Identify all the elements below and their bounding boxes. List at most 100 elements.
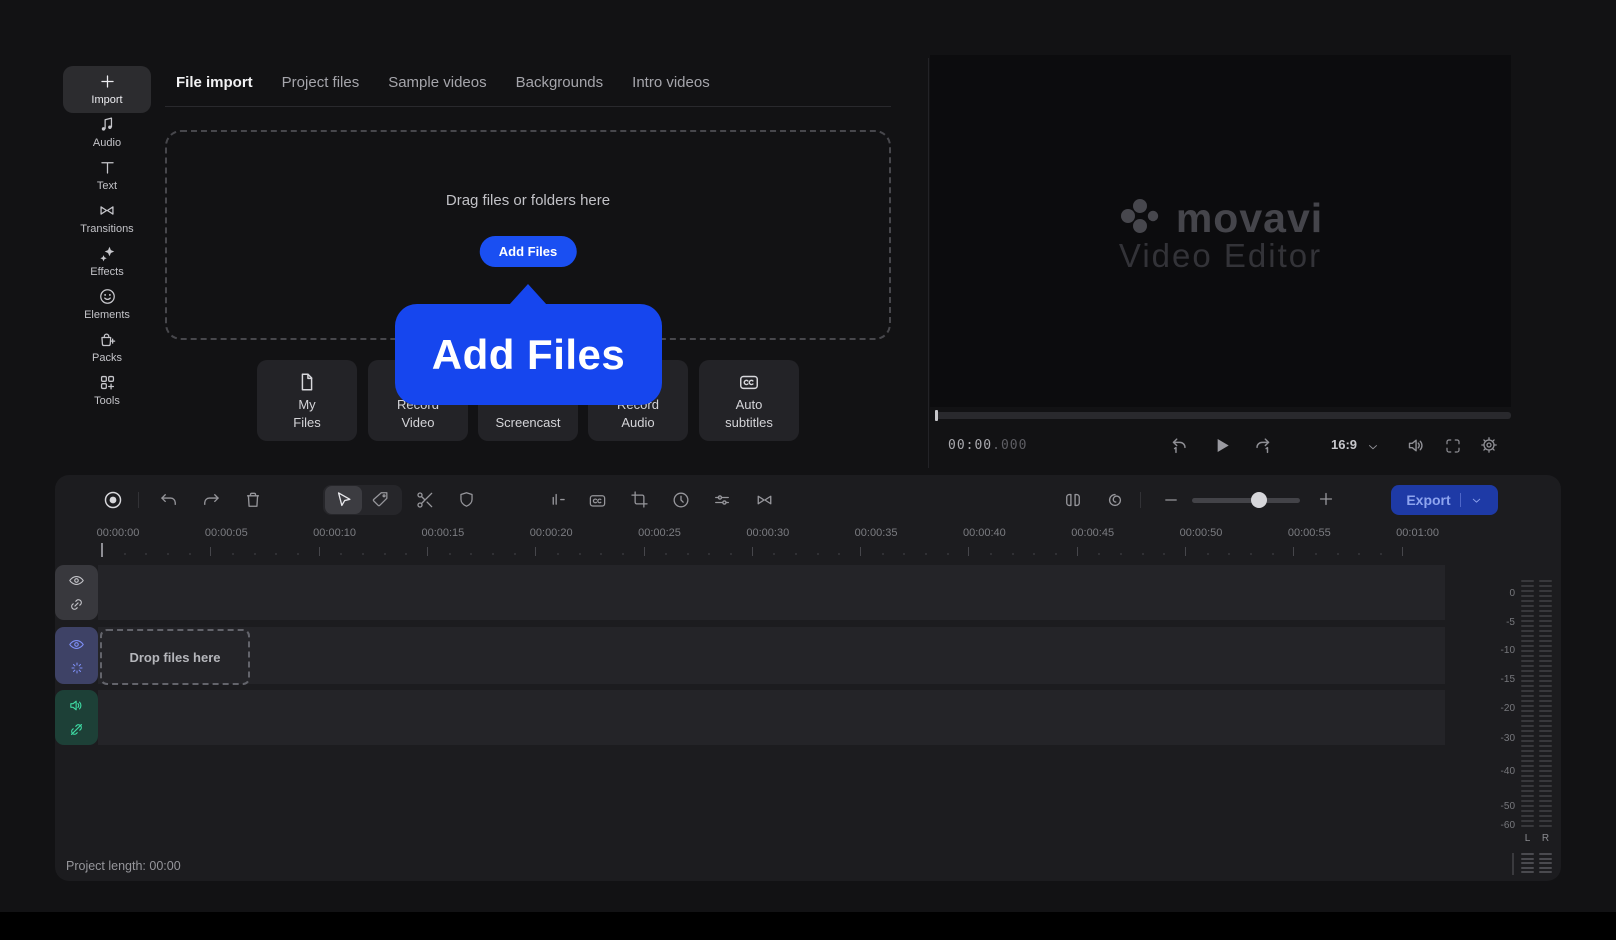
meter-segment [1521,700,1534,702]
audio-track-header[interactable] [55,690,98,745]
zoom-slider-knob[interactable] [1250,492,1267,508]
sidebar-item-transitions[interactable]: Transitions [63,201,151,235]
meter-segment [1521,810,1534,812]
tab-sample-videos[interactable]: Sample videos [388,74,486,91]
meter-segment [1521,705,1534,707]
ruler-label: 00:00:30 [746,527,790,539]
add-files-button[interactable]: Add Files [479,236,577,267]
undo-icon[interactable] [159,491,179,511]
ruler-minor-dot [1379,553,1382,555]
preview-viewport: movavi Video Editor [930,55,1511,407]
ruler-minor-dot [903,553,906,555]
meter-segment [1539,650,1552,652]
split-clip-icon[interactable] [1063,490,1083,510]
meter-segment [1539,805,1552,807]
crop-icon[interactable] [630,490,649,509]
audio-levels-icon[interactable] [547,490,567,510]
ruler-minor-dot [296,553,299,555]
fullscreen-icon[interactable] [1444,437,1462,455]
tab-project-files[interactable]: Project files [282,74,360,91]
player-timecode: 00:00.000 [948,438,1028,453]
speaker-icon[interactable] [68,697,85,714]
smiley-icon [98,287,117,306]
play-button[interactable] [1210,434,1233,457]
export-button[interactable]: Export [1391,485,1498,515]
eye-icon[interactable] [68,636,85,653]
meter-segment [1539,775,1552,777]
link-icon[interactable] [68,596,85,613]
next-frame-button[interactable] [1252,435,1274,457]
card-auto-subtitles[interactable]: Auto subtitles [699,360,799,441]
overlay-track-header[interactable] [55,565,98,620]
ruler-tick [210,547,212,556]
seek-playhead[interactable] [935,410,938,421]
transition-icon[interactable] [754,490,775,510]
audio-track-lane[interactable] [98,690,1445,745]
chevron-down-icon[interactable] [1366,440,1380,454]
ruler-tick [643,547,645,556]
meter-segment [1521,595,1534,597]
sidebar-item-import[interactable]: Import [63,66,151,113]
meter-segment [1539,580,1552,582]
sidebar-item-effects[interactable]: Effects [63,244,151,278]
meter-segment [1521,695,1534,697]
tab-file-import[interactable]: File import [176,74,253,91]
ruler-minor-dot [621,553,624,555]
meter-segment [1521,790,1534,792]
timeline-zoom-slider[interactable] [1192,498,1300,503]
ruler-minor-dot [1271,553,1274,555]
meter-segment [1521,805,1534,807]
card-my-files[interactable]: My Files [257,360,357,441]
previous-frame-button[interactable] [1168,435,1190,457]
meter-segment [1521,665,1534,667]
volume-icon[interactable] [1406,435,1427,456]
swirl-motion-icon[interactable] [1105,490,1125,510]
adjustments-icon[interactable] [712,490,732,510]
meter-segment [1539,705,1552,707]
overlay-track-lane[interactable] [98,565,1445,620]
meter-grip-segment [1539,866,1552,869]
marker-tag-icon[interactable] [371,490,390,509]
meter-segment [1539,675,1552,677]
sidebar-item-audio[interactable]: Audio [63,115,151,149]
record-button[interactable] [102,489,124,511]
ruler-minor-dot [1141,553,1144,555]
burst-icon[interactable] [69,660,85,676]
zoom-out-icon[interactable] [1162,491,1180,509]
ruler-minor-dot [925,553,928,555]
ruler-minor-dot [231,553,234,555]
tab-backgrounds[interactable]: Backgrounds [516,74,604,91]
timeline-dropzone[interactable]: Drop files here [100,629,250,685]
sidebar-item-tools[interactable]: Tools [63,373,151,407]
video-track-lane[interactable] [98,627,1445,684]
aspect-ratio-selector[interactable]: 16:9 [1331,437,1357,452]
meter-segment [1539,605,1552,607]
zoom-in-icon[interactable] [1316,489,1336,509]
ruler-minor-dot [1011,553,1014,555]
tab-intro-videos[interactable]: Intro videos [632,74,710,91]
ruler-minor-dot [990,553,993,555]
seek-bar[interactable] [935,410,1511,421]
timeline-playhead[interactable] [101,543,103,557]
unlink-icon[interactable] [68,721,85,738]
ruler-tick [1076,547,1078,556]
ruler-minor-dot [600,553,603,555]
chevron-down-icon[interactable] [1470,494,1483,507]
pointer-tool-icon[interactable] [334,490,354,510]
sidebar-item-packs[interactable]: Packs [63,330,151,364]
shield-icon[interactable] [457,490,476,509]
meter-db-label: -5 [1506,617,1515,628]
meter-segment [1521,580,1534,582]
redo-icon[interactable] [201,491,221,511]
ruler-minor-dot [448,553,451,555]
clip-duration-icon[interactable] [671,490,691,510]
meter-scrollbar[interactable] [1512,853,1514,875]
sidebar-item-elements[interactable]: Elements [63,287,151,321]
eye-icon[interactable] [68,572,85,589]
captions-icon[interactable] [588,491,607,510]
video-track-header[interactable] [55,627,98,684]
delete-icon[interactable] [243,490,263,510]
sidebar-item-text[interactable]: Text [63,158,151,192]
gear-icon[interactable] [1479,435,1499,455]
split-scissors-icon[interactable] [415,490,435,510]
